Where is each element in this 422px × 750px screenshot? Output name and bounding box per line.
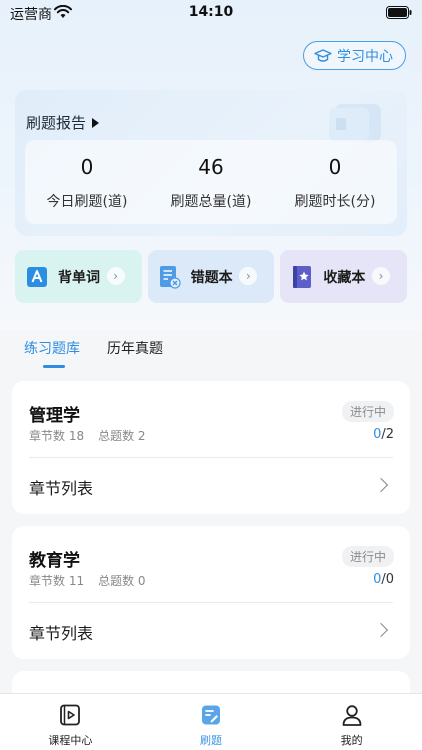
practice-icon — [202, 705, 220, 725]
graduation-cap-icon — [314, 48, 332, 62]
bottom-nav: 课程中心 刷题 我的 — [0, 693, 422, 750]
question-count: 总题数 2 — [98, 429, 146, 443]
chapter-count: 章节数 11 — [29, 574, 85, 588]
subject-name: 管理学 — [29, 406, 80, 426]
profile-icon — [342, 705, 362, 726]
tab-indicator — [43, 365, 65, 368]
tab-practice-bank[interactable]: 练习题库 — [24, 338, 80, 358]
practice-report-card: 刷题报告 0 今日刷题(道) 46 刷题总量(道) 0 刷题时长(分) — [15, 90, 407, 236]
wrong-notebook-icon — [159, 265, 181, 289]
stat-value: 0 — [80, 155, 94, 179]
course-video-icon — [60, 704, 81, 726]
status-badge: 进行中 — [341, 546, 394, 567]
chapter-list-row[interactable]: 章节列表 — [12, 603, 410, 659]
chevron-right-icon — [373, 622, 389, 638]
question-bank-tabs: 练习题库 历年真题 — [0, 322, 422, 372]
stat-label: 今日刷题(道) — [46, 194, 128, 210]
quick-action-label: 背单词 — [58, 269, 100, 286]
chapter-count: 章节数 18 — [29, 429, 85, 443]
progress-total: /2 — [381, 427, 394, 442]
battery-icon — [386, 6, 412, 19]
chapter-list-row[interactable]: 章节列表 — [12, 458, 410, 514]
nav-label: 刷题 — [200, 734, 222, 747]
nav-course-center[interactable]: 课程中心 — [0, 694, 141, 750]
stat-total: 46 刷题总量(道) — [149, 140, 273, 224]
subject-meta: 章节数 11 总题数 0 — [29, 572, 146, 589]
report-title: 刷题报告 — [26, 114, 87, 132]
chevron-right-icon: › — [239, 267, 258, 285]
stat-label: 刷题总量(道) — [170, 194, 252, 210]
mistake-book-button[interactable]: 错题本 › — [147, 250, 275, 303]
stat-today: 0 今日刷题(道) — [25, 140, 149, 224]
report-title-row[interactable]: 刷题报告 — [26, 112, 100, 133]
chevron-right-icon: › — [106, 267, 125, 285]
quick-action-label: 错题本 — [190, 269, 233, 286]
chevron-right-icon — [373, 477, 389, 493]
clock: 14:10 — [188, 4, 234, 20]
stat-duration: 0 刷题时长(分) — [273, 140, 397, 224]
chapter-list-label: 章节列表 — [29, 479, 94, 498]
letter-a-icon — [27, 266, 47, 287]
status-badge: 进行中 — [341, 401, 394, 422]
quick-action-label: 收藏本 — [323, 269, 366, 286]
report-decoration-icon — [329, 104, 381, 142]
progress-count: 0/0 — [373, 572, 394, 587]
stats-box: 0 今日刷题(道) 46 刷题总量(道) 0 刷题时长(分) — [25, 140, 397, 224]
favorites-book-button[interactable]: 收藏本 › — [280, 250, 408, 303]
progress-count: 0/2 — [373, 427, 394, 442]
subject-card[interactable]: 教育学 章节数 11 总题数 0 进行中 0/0 章节列表 — [12, 526, 410, 659]
nav-profile[interactable]: 我的 — [281, 694, 422, 750]
study-center-button[interactable]: 学习中心 — [303, 41, 406, 70]
quick-actions: 背单词 › 错题本 › 收藏本 › — [15, 250, 408, 303]
status-bar: 运营商 14:10 — [0, 0, 422, 26]
question-count: 总题数 0 — [98, 574, 146, 588]
nav-label: 课程中心 — [48, 734, 93, 747]
subject-card[interactable]: 管理学 章节数 18 总题数 2 进行中 0/2 章节列表 — [12, 381, 410, 514]
favorites-book-icon — [293, 265, 312, 288]
stat-value: 46 — [198, 155, 224, 179]
chapter-list-label: 章节列表 — [29, 624, 94, 643]
stat-value: 0 — [328, 155, 342, 179]
vocabulary-button[interactable]: 背单词 › — [15, 250, 142, 303]
study-center-label: 学习中心 — [337, 48, 393, 65]
progress-total: /0 — [381, 572, 394, 587]
tab-past-exams[interactable]: 历年真题 — [107, 338, 163, 358]
nav-practice[interactable]: 刷题 — [141, 694, 282, 750]
stat-label: 刷题时长(分) — [294, 194, 376, 210]
subject-meta: 章节数 18 总题数 2 — [29, 427, 146, 444]
play-arrow-icon — [92, 117, 100, 128]
nav-label: 我的 — [340, 734, 363, 747]
chevron-right-icon: › — [372, 267, 391, 285]
subject-name: 教育学 — [29, 551, 80, 571]
